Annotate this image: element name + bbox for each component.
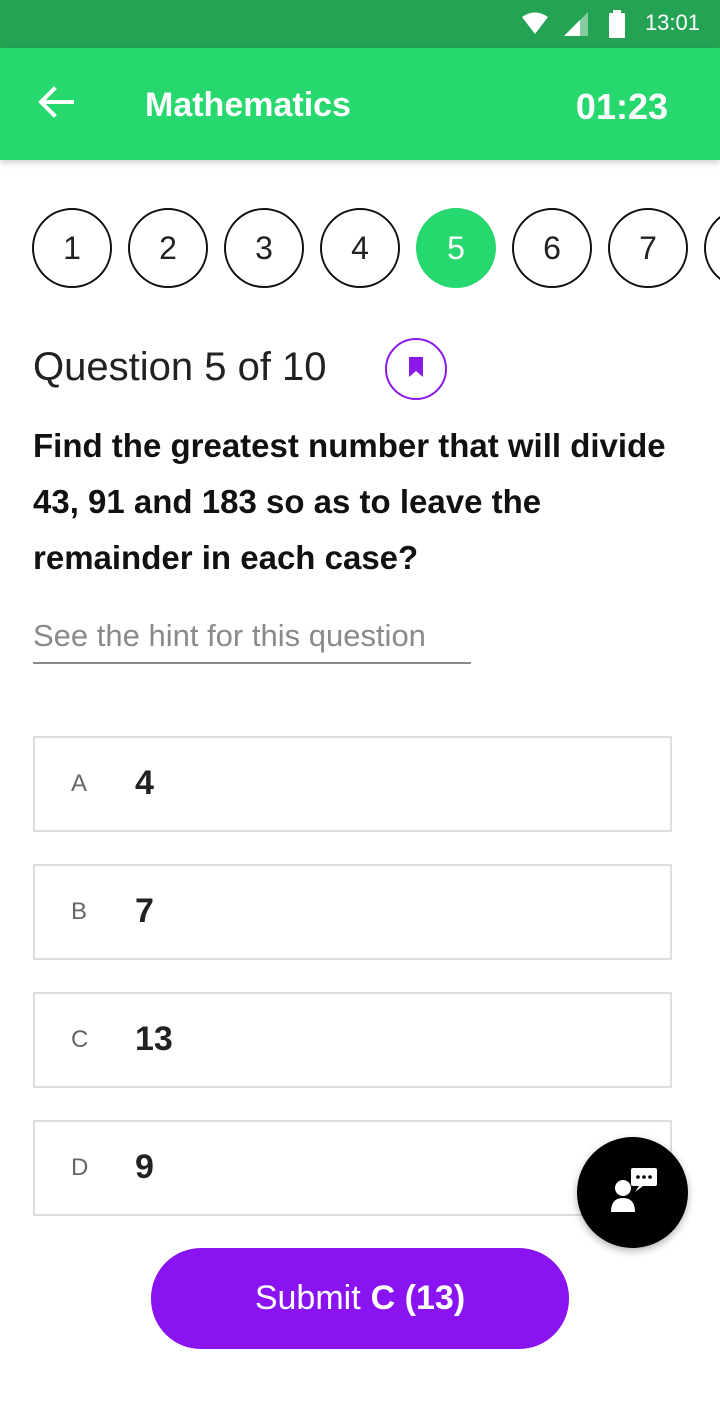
option-value: 7	[135, 892, 154, 930]
signal-icon	[564, 12, 588, 41]
question-nav-5[interactable]: 5	[416, 208, 496, 288]
app-header: Mathematics 01:23	[0, 48, 720, 160]
quiz-timer: 01:23	[575, 86, 668, 127]
tutor-chat-button[interactable]	[577, 1137, 688, 1248]
tutor-chat-icon	[609, 1168, 657, 1217]
question-nav-2[interactable]: 2	[128, 208, 208, 288]
option-a[interactable]: A 4	[33, 736, 672, 832]
option-value: 4	[135, 764, 154, 802]
submit-button[interactable]: Submit C (13)	[151, 1248, 569, 1349]
page-title: Mathematics	[145, 86, 351, 124]
arrow-left-icon	[38, 85, 74, 123]
hint-link[interactable]: See the hint for this question	[33, 618, 471, 664]
question-text: Find the greatest number that will divid…	[33, 427, 666, 576]
option-d[interactable]: D 9	[33, 1120, 672, 1216]
status-time: 13:01	[644, 10, 700, 35]
question-nav-6[interactable]: 6	[512, 208, 592, 288]
bookmark-button[interactable]	[385, 338, 447, 400]
wifi-icon	[522, 12, 548, 39]
option-letter: C	[71, 1026, 89, 1053]
option-b[interactable]: B 7	[33, 864, 672, 960]
status-bar: 13:01	[0, 0, 720, 48]
battery-icon	[609, 10, 625, 43]
question-nav-1[interactable]: 1	[32, 208, 112, 288]
option-letter: D	[71, 1154, 89, 1181]
bookmark-icon	[409, 356, 423, 382]
question-nav-3[interactable]: 3	[224, 208, 304, 288]
question-count: Question 5 of 10	[33, 345, 327, 389]
option-value: 13	[135, 1020, 173, 1058]
option-value: 9	[135, 1148, 154, 1186]
question-navigator: 1 2 3 4 5 6 7 8	[0, 205, 720, 291]
option-letter: B	[71, 898, 88, 925]
option-c[interactable]: C 13	[33, 992, 672, 1088]
submit-label: Submit	[254, 1279, 361, 1317]
submit-selection: C (13)	[370, 1279, 466, 1317]
option-letter: A	[71, 770, 88, 797]
question-nav-4[interactable]: 4	[320, 208, 400, 288]
question-nav-7[interactable]: 7	[608, 208, 688, 288]
question-nav-8[interactable]: 8	[704, 208, 720, 288]
back-button[interactable]	[30, 78, 82, 130]
